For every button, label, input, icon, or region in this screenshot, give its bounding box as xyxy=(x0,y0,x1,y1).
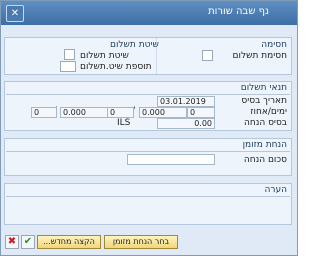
payment-block-checkbox[interactable] xyxy=(202,50,213,61)
days-field-1[interactable]: 0 xyxy=(187,107,215,118)
percent-field-1[interactable]: 0.000 xyxy=(139,107,187,118)
confirm-button[interactable]: ✔ xyxy=(21,235,35,249)
payment-method-label: שיטת תשלום xyxy=(80,51,129,61)
days-percent-label: ימים/אחוז xyxy=(250,107,287,117)
baseline-date-label: תאריך בסיס xyxy=(241,96,287,106)
blocking-header: חסימה xyxy=(261,40,287,50)
cash-discount-header: הנחת מזומן xyxy=(242,140,287,150)
payment-method-header: שיטת תשלום xyxy=(110,40,159,50)
discount-amount-label: סכום הנחה xyxy=(243,155,287,165)
baseline-date-field[interactable]: 03.01.2019 xyxy=(157,96,215,107)
currency-label: ILS xyxy=(117,118,131,128)
dialog-title: נף שבה שורות xyxy=(208,6,269,17)
note-panel: הערה xyxy=(4,183,292,225)
payment-addition-label: תוספת שיט.תשלום xyxy=(80,62,152,72)
payment-lines-dialog: ✕ נף שבה שורות חסימה שיטת תשלום חסימת תש… xyxy=(0,0,298,256)
days-field-2[interactable]: 0 xyxy=(107,107,134,118)
reassign-button[interactable]: הקצה מחדש... xyxy=(37,235,101,249)
payment-terms-header: תנאי תשלום xyxy=(240,83,287,93)
percent-field-2[interactable]: 0.000 xyxy=(60,107,108,118)
title-bar: ✕ נף שבה שורות xyxy=(1,1,297,25)
payment-block-label: חסימת תשלום xyxy=(232,51,287,61)
payment-terms-panel: תנאי תשלום תאריך בסיס 03.01.2019 ימים/אח… xyxy=(4,81,292,131)
days-field-3[interactable]: 0 xyxy=(31,107,57,118)
discount-amount-input[interactable] xyxy=(127,154,215,165)
section-separator xyxy=(6,196,290,197)
section-separator xyxy=(6,94,290,95)
payment-method-panel: חסימה שיטת תשלום חסימת תשלום שיטת תשלום … xyxy=(4,37,292,75)
cancel-button[interactable]: ✖ xyxy=(5,235,19,249)
cash-discount-panel: הנחת מזומן סכום הנחה xyxy=(4,138,292,176)
close-button[interactable]: ✕ xyxy=(6,5,24,22)
section-separator xyxy=(6,151,290,152)
payment-method-checkbox[interactable] xyxy=(64,49,75,60)
select-cash-discount-button[interactable]: בחר הנחת מזומן xyxy=(104,235,178,249)
discount-base-label: בסיס הנחה xyxy=(243,118,287,128)
payment-addition-field[interactable] xyxy=(60,61,76,72)
note-header: הערה xyxy=(264,185,287,195)
discount-base-field[interactable]: 0.00 xyxy=(157,118,215,129)
